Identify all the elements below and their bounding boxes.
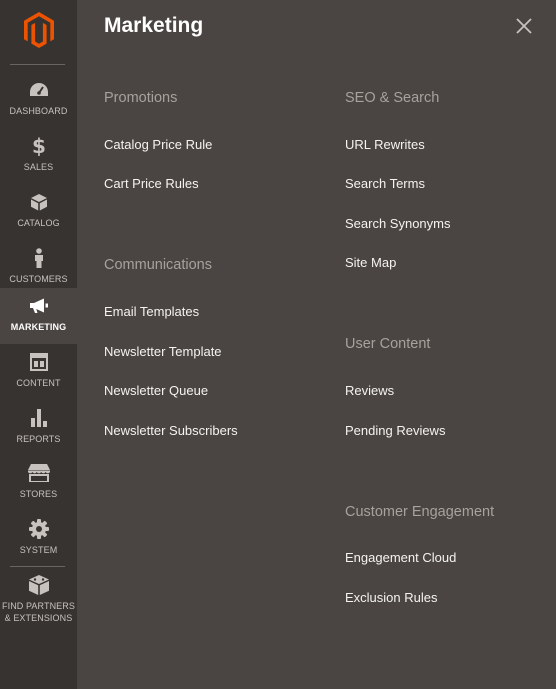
sidebar-item-label: CATALOG [17, 218, 60, 228]
partners-label-line2: & EXTENSIONS [4, 613, 73, 623]
magento-logo-icon [23, 12, 54, 48]
layout-icon [29, 351, 48, 373]
sidebar-item-partners[interactable]: FIND PARTNERS & EXTENSIONS [0, 567, 77, 627]
menu-link-url-rewrites[interactable]: URL Rewrites [345, 137, 425, 152]
group-title-communications: Communications [104, 257, 212, 273]
sidebar-item-label: SYSTEM [19, 545, 58, 555]
dollar-icon: $ [32, 135, 46, 157]
menu-link-newsletter-queue[interactable]: Newsletter Queue [104, 383, 208, 398]
admin-sidebar: DASHBOARD $ SALES CATALOG CUSTOMERS MARK… [0, 0, 77, 689]
sidebar-item-system[interactable]: SYSTEM [0, 511, 77, 567]
bar-chart-icon [30, 407, 48, 429]
sidebar-item-label: REPORTS [16, 434, 61, 444]
sidebar-item-label: CUSTOMERS [9, 274, 68, 284]
admin-app: DASHBOARD $ SALES CATALOG CUSTOMERS MARK… [0, 0, 556, 689]
magento-logo[interactable] [0, 8, 77, 52]
sidebar-divider [10, 64, 65, 65]
menu-link-engagement-cloud[interactable]: Engagement Cloud [345, 550, 456, 565]
box-icon [30, 191, 48, 213]
sidebar-item-dashboard[interactable]: DASHBOARD [0, 72, 77, 128]
menu-link-email-templates[interactable]: Email Templates [104, 304, 199, 319]
menu-link-reviews[interactable]: Reviews [345, 383, 394, 398]
sidebar-item-label: MARKETING [10, 322, 67, 332]
sidebar-item-content[interactable]: CONTENT [0, 344, 77, 400]
gear-icon [28, 518, 49, 540]
menu-link-catalog-price-rule[interactable]: Catalog Price Rule [104, 137, 212, 152]
storefront-icon [27, 462, 50, 484]
marketing-menu-panel: Marketing Promotions Catalog Price Rule … [77, 0, 556, 689]
sidebar-item-label: SALES [23, 162, 54, 172]
sidebar-item-sales[interactable]: $ SALES [0, 128, 77, 184]
sidebar-item-label: FIND PARTNERS & EXTENSIONS [2, 600, 75, 624]
panel-title: Marketing [104, 14, 204, 37]
menu-link-newsletter-template[interactable]: Newsletter Template [104, 344, 222, 359]
close-button[interactable] [514, 16, 534, 36]
menu-link-cart-price-rules[interactable]: Cart Price Rules [104, 176, 199, 191]
menu-link-exclusion-rules[interactable]: Exclusion Rules [345, 590, 438, 605]
sidebar-item-marketing[interactable]: MARKETING [0, 288, 77, 344]
megaphone-icon [29, 295, 49, 317]
sidebar-item-label: DASHBOARD [9, 106, 68, 116]
menu-link-search-synonyms[interactable]: Search Synonyms [345, 216, 451, 231]
menu-link-pending-reviews[interactable]: Pending Reviews [345, 423, 445, 438]
group-title-customer-engagement: Customer Engagement [345, 504, 495, 520]
sidebar-item-reports[interactable]: REPORTS [0, 400, 77, 456]
menu-link-search-terms[interactable]: Search Terms [345, 176, 425, 191]
group-title-seo-search: SEO & Search [345, 90, 440, 106]
sidebar-item-label: STORES [19, 489, 58, 499]
menu-link-newsletter-subscribers[interactable]: Newsletter Subscribers [104, 423, 238, 438]
person-icon [33, 247, 45, 269]
sidebar-item-catalog[interactable]: CATALOG [0, 184, 77, 240]
group-title-user-content: User Content [345, 336, 431, 352]
sidebar-item-stores[interactable]: STORES [0, 455, 77, 511]
partners-label-line1: FIND PARTNERS [2, 601, 75, 611]
blocks-icon [28, 574, 50, 596]
dashboard-icon [29, 79, 49, 101]
sidebar-item-label: CONTENT [16, 378, 61, 388]
group-title-promotions: Promotions [104, 90, 178, 106]
close-icon [516, 18, 532, 34]
menu-link-site-map[interactable]: Site Map [345, 255, 396, 270]
svg-text:$: $ [32, 136, 46, 156]
